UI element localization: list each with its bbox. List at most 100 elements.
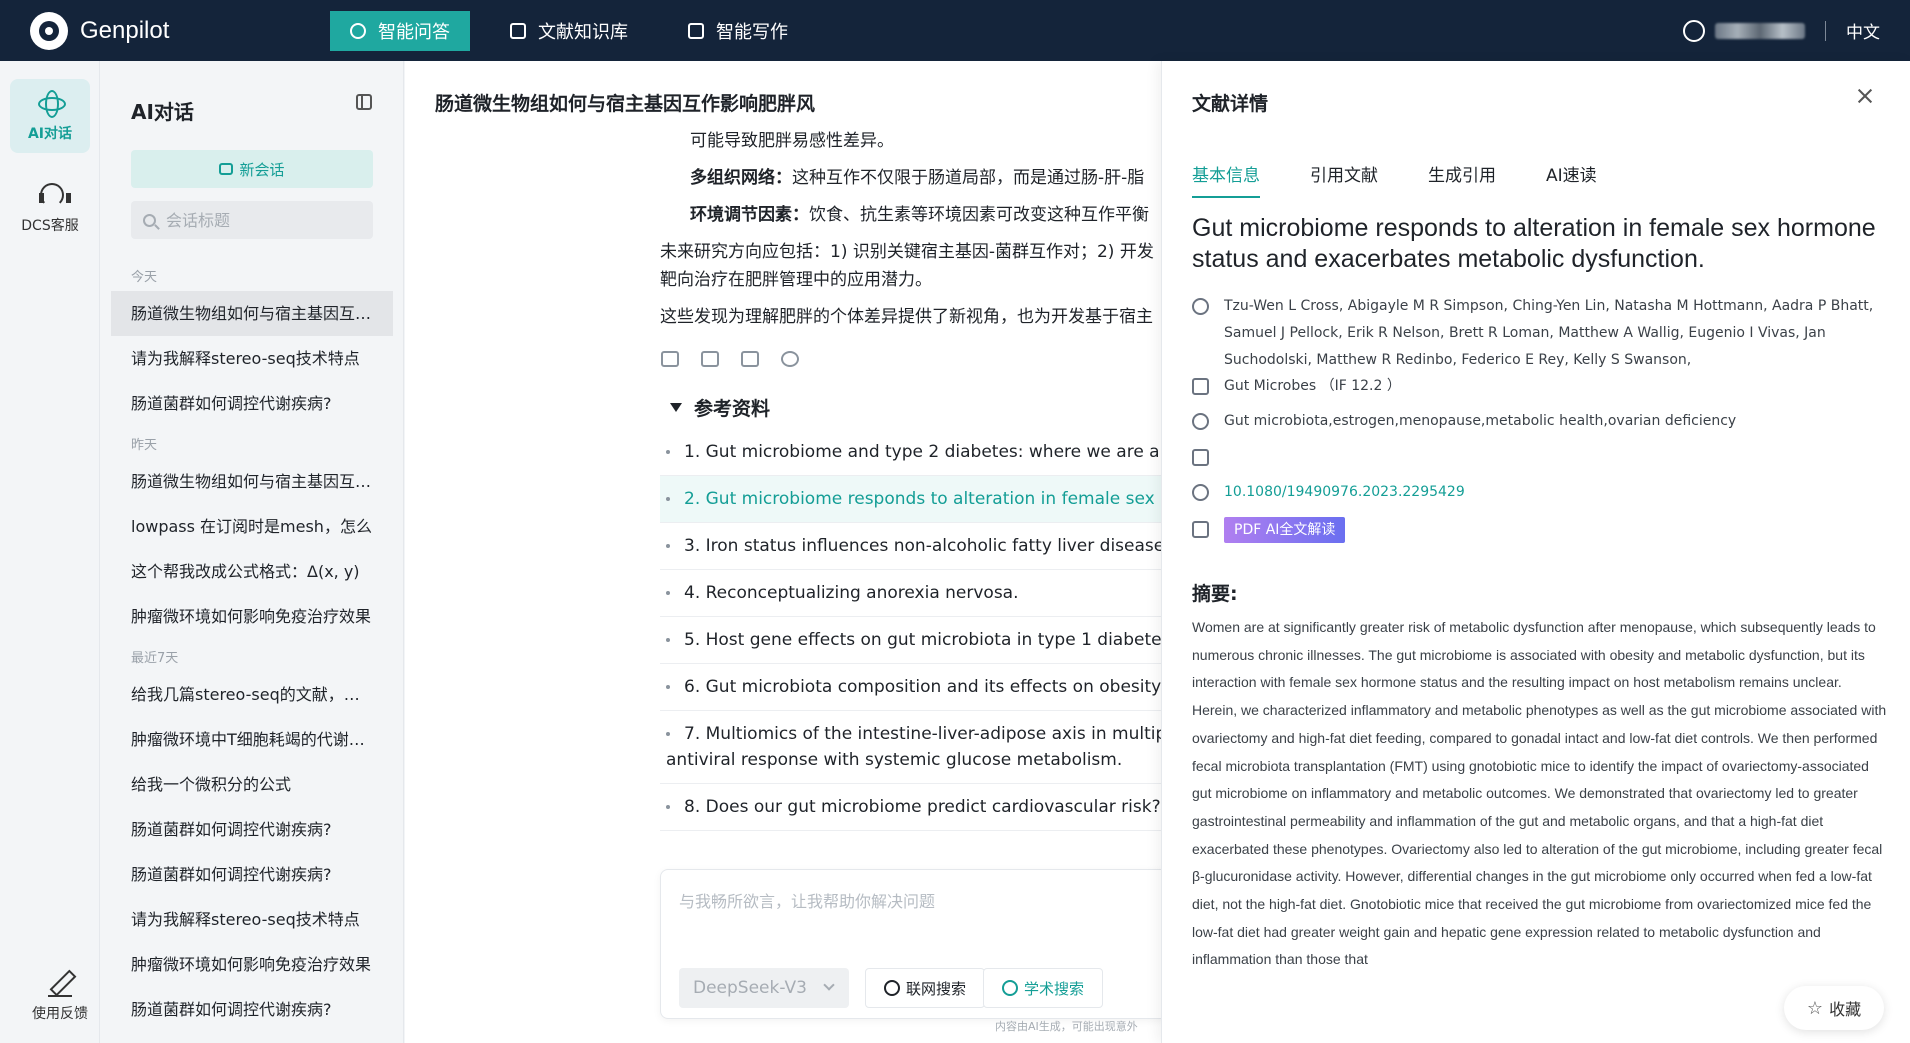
sidebar-title: AI对话 bbox=[131, 100, 194, 124]
app-logo[interactable]: Genpilot bbox=[30, 11, 330, 50]
keywords-row: Gut microbiota,estrogen,menopause,metabo… bbox=[1192, 408, 1882, 435]
book-icon bbox=[1192, 378, 1209, 395]
history-item[interactable]: 肿瘤微环境中T细胞耗竭的代谢机制 bbox=[111, 717, 393, 762]
group-label-last7: 最近7天 bbox=[131, 651, 179, 666]
graduation-cap-icon bbox=[1002, 980, 1018, 996]
rail-label: 使用反馈 bbox=[32, 1006, 88, 1022]
new-chat-button[interactable]: 新会话 bbox=[131, 150, 373, 188]
thumbs-down-icon[interactable] bbox=[701, 351, 719, 367]
history-item[interactable]: 给我几篇stereo-seq的文献，最新的 bbox=[111, 672, 393, 717]
nav-knowledge-base[interactable]: 文献知识库 bbox=[490, 11, 648, 51]
book-icon bbox=[510, 22, 526, 39]
date-row bbox=[1192, 444, 1882, 466]
model-select[interactable]: DeepSeek-V3 bbox=[679, 968, 849, 1008]
reference-text: 7. Multiomics of the intestine-liver-adi… bbox=[684, 724, 1162, 744]
detail-title: 文献详情 bbox=[1192, 93, 1269, 115]
user-icon[interactable] bbox=[1683, 19, 1705, 42]
favorite-button[interactable]: ☆ 收藏 bbox=[1784, 986, 1884, 1030]
chat-bubble-icon bbox=[219, 163, 234, 175]
answer-line: 靶向治疗在肥胖管理中的应用潜力。 bbox=[660, 266, 1162, 294]
reference-item[interactable]: 3. Iron status influences non-alcoholic … bbox=[660, 523, 1162, 570]
history-item[interactable]: 肿瘤微环境如何影响免疫治疗效果 bbox=[111, 942, 393, 987]
journal: Gut Microbes （IF 12.2 ） bbox=[1224, 378, 1401, 394]
chevron-down-icon bbox=[823, 979, 835, 991]
answer-line: 未来研究方向应包括：1) 识别关键宿主基因-菌群互作对；2) 开发 bbox=[660, 238, 1162, 266]
history-item[interactable]: 肠道菌群如何调控代谢疾病? bbox=[111, 852, 393, 897]
pdf-icon bbox=[1192, 521, 1209, 538]
reference-text: 8. Does our gut microbiome predict cardi… bbox=[684, 797, 1162, 817]
close-icon[interactable] bbox=[1855, 86, 1875, 106]
collapse-sidebar-icon[interactable] bbox=[356, 94, 372, 110]
rail-feedback[interactable]: 使用反馈 bbox=[20, 959, 100, 1033]
paper-title: Gut microbiome responds to alteration in… bbox=[1192, 214, 1876, 273]
headset-icon bbox=[36, 181, 71, 209]
references: 参考资料 1. Gut microbiome and type 2 diabet… bbox=[660, 394, 1162, 831]
history-item[interactable]: 肠道菌群如何调控代谢疾病? bbox=[111, 987, 393, 1032]
reference-text: 1. Gut microbiome and type 2 diabetes: w… bbox=[684, 442, 1162, 462]
history-item[interactable]: 肠道菌群如何调控代谢疾病? bbox=[111, 807, 393, 852]
divider bbox=[1825, 20, 1826, 41]
answer-text: 饮食、抗生素等环境因素可改变这种互作平衡 bbox=[809, 205, 1149, 225]
language-switch[interactable]: 中文 bbox=[1846, 18, 1880, 43]
group-label-yesterday: 昨天 bbox=[131, 438, 158, 453]
reference-item[interactable]: 1. Gut microbiome and type 2 diabetes: w… bbox=[660, 429, 1162, 476]
answer-bold: 多组织网络： bbox=[690, 168, 792, 188]
model-value: DeepSeek-V3 bbox=[693, 978, 807, 998]
history-item[interactable]: 肿瘤微环境如何影响免疫治疗效果 bbox=[111, 594, 393, 639]
user-name-blurred[interactable] bbox=[1715, 22, 1805, 39]
keywords: Gut microbiota,estrogen,menopause,metabo… bbox=[1224, 413, 1737, 429]
abstract-title: 摘要: bbox=[1192, 583, 1238, 605]
refresh-icon[interactable] bbox=[781, 351, 799, 367]
history-item[interactable]: 肠道菌群如何调控代谢疾病? bbox=[111, 381, 393, 426]
reference-item[interactable]: 7. Multiomics of the intestine-liver-adi… bbox=[660, 711, 1162, 784]
history-item[interactable]: 请为我解释stereo-seq技术特点 bbox=[111, 897, 393, 942]
tab-basic-info[interactable]: 基本信息 bbox=[1192, 161, 1260, 198]
doi-row: 10.1080/19490976.2023.2295429 bbox=[1192, 479, 1882, 506]
conversation-title: 肠道微生物组如何与宿主基因互作影响肥胖风 bbox=[435, 93, 816, 115]
pdf-ai-read-button[interactable]: PDF AI全文解读 bbox=[1224, 517, 1346, 543]
web-search-button[interactable]: 联网搜索 bbox=[865, 968, 986, 1008]
reference-item[interactable]: 5. Host gene effects on gut microbiota i… bbox=[660, 617, 1162, 664]
tag-icon bbox=[1192, 413, 1209, 430]
journal-row: Gut Microbes （IF 12.2 ） bbox=[1192, 373, 1882, 400]
reference-item[interactable]: 8. Does our gut microbiome predict cardi… bbox=[660, 784, 1162, 831]
history-item[interactable]: 给我一个微积分的公式 bbox=[111, 762, 393, 807]
history-item[interactable]: 肠道微生物组如何与宿主基因互作影响肥胖风 bbox=[111, 459, 393, 504]
main-nav: 智能问答 文献知识库 智能写作 bbox=[330, 10, 828, 51]
bullet-icon bbox=[666, 805, 670, 809]
star-icon: ☆ bbox=[1806, 997, 1824, 1019]
session-search-input[interactable] bbox=[166, 210, 356, 230]
rail-label: AI对话 bbox=[27, 126, 73, 142]
academic-search-button[interactable]: 学术搜索 bbox=[983, 968, 1104, 1008]
answer-text: 未来研究方向应包括：1) 识别关键宿主基因-菌群互作对；2) 开发 bbox=[660, 242, 1154, 262]
doi-link[interactable]: 10.1080/19490976.2023.2295429 bbox=[1224, 479, 1465, 506]
history-item[interactable]: 这个帮我改成公式格式：Δ(x, y) bbox=[111, 549, 393, 594]
copy-icon[interactable] bbox=[741, 351, 759, 367]
link-icon bbox=[1192, 484, 1209, 501]
history-item[interactable]: 肠道微生物组如何与宿主基因互作影响肥胖风 bbox=[111, 291, 393, 336]
tab-cited-papers[interactable]: 引用文献 bbox=[1310, 161, 1378, 198]
history-item[interactable]: 请为我解释stereo-seq技术特点 bbox=[111, 336, 393, 381]
nav-smart-qa[interactable]: 智能问答 bbox=[330, 10, 470, 51]
reference-item-active[interactable]: 2. Gut microbiome responds to alteration… bbox=[660, 476, 1162, 523]
history-item[interactable]: lowpass 在订阅时是mesh，怎么 bbox=[111, 504, 393, 549]
nav-label: 智能问答 bbox=[378, 21, 450, 43]
message-input[interactable] bbox=[679, 888, 1159, 928]
app-name: Genpilot bbox=[80, 16, 170, 44]
reference-item[interactable]: 4. Reconceptualizing anorexia nervosa. bbox=[660, 570, 1162, 617]
web-search-label: 联网搜索 bbox=[906, 979, 967, 998]
top-right-area: 中文 bbox=[1683, 0, 1880, 61]
logo-icon bbox=[30, 11, 68, 50]
rail-dcs-service[interactable]: DCS客服 bbox=[10, 171, 90, 245]
rail-ai-chat[interactable]: AI对话 bbox=[10, 79, 90, 153]
nav-smart-writing[interactable]: 智能写作 bbox=[668, 11, 808, 51]
bullet-icon bbox=[666, 732, 670, 736]
favorite-label: 收藏 bbox=[1829, 1000, 1862, 1019]
pen-icon bbox=[46, 969, 74, 997]
references-toggle[interactable]: 参考资料 bbox=[670, 394, 1162, 421]
tab-ai-quick-read[interactable]: AI速读 bbox=[1546, 161, 1597, 198]
thumbs-up-icon[interactable] bbox=[661, 351, 679, 367]
reference-item[interactable]: 6. Gut microbiota composition and its ef… bbox=[660, 664, 1162, 711]
tab-generate-citation[interactable]: 生成引用 bbox=[1428, 161, 1496, 198]
rail-label: DCS客服 bbox=[21, 218, 79, 234]
